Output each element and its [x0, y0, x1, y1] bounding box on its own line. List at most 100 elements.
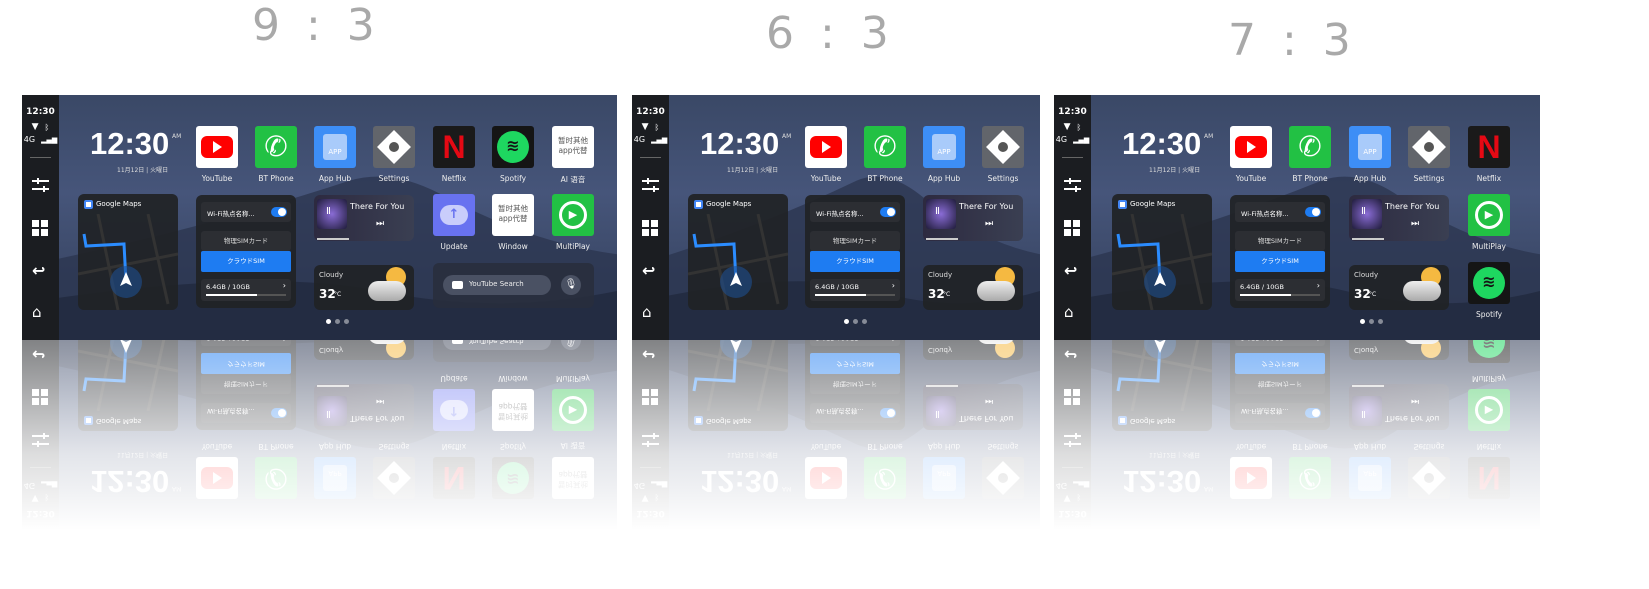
spotify-app-icon[interactable]: ≋	[492, 126, 534, 168]
music-widget[interactable]: Ⅱ There For You ⏭	[314, 195, 414, 241]
wifi-hotspot-row[interactable]: Wi-Fi热点名称...	[810, 202, 900, 222]
page-dot[interactable]	[326, 319, 331, 324]
wifi-toggle[interactable]	[880, 207, 896, 217]
app-label: App Hub	[318, 174, 352, 183]
song-title: There For You	[350, 202, 405, 211]
app-label: Window	[498, 242, 528, 251]
skip-next-icon[interactable]: ⏭	[1411, 219, 1419, 229]
wifi-hotspot-row[interactable]: Wi-Fi热点名称...	[1235, 202, 1325, 222]
netflix-app-icon[interactable]: N	[1468, 126, 1510, 168]
page-dot[interactable]	[1378, 319, 1383, 324]
app-label: AI 语音	[560, 175, 586, 184]
wifi-hotspot-row[interactable]: Wi-Fi热点名称...	[201, 202, 291, 222]
sliders-icon[interactable]	[642, 177, 659, 194]
cloud-sim-button[interactable]: クラウドSIM	[201, 251, 291, 272]
settings-app-icon[interactable]	[373, 126, 415, 168]
pause-icon[interactable]: Ⅱ	[1361, 206, 1366, 217]
physical-sim-button[interactable]: 物理SIMカード	[1235, 231, 1325, 251]
youtube-search-button[interactable]: YouTube Search	[443, 275, 551, 295]
weather-condition: Cloudy	[319, 271, 344, 279]
phone-app-icon[interactable]: ✆	[1289, 126, 1331, 168]
home-icon[interactable]: ⌂	[1064, 304, 1081, 321]
signal-icon: ▂▄▆	[1073, 135, 1090, 144]
wifi-icon: ▼	[641, 122, 649, 132]
data-usage-row[interactable]: 6.4GB / 10GB ›	[201, 279, 291, 301]
back-icon[interactable]: ↩	[32, 262, 49, 279]
data-usage-row[interactable]: 6.4GB / 10GB ›	[1235, 279, 1325, 301]
page-dot[interactable]	[344, 319, 349, 324]
multiplay-app-icon[interactable]: ▶	[1468, 194, 1510, 236]
google-maps-icon	[1118, 200, 1127, 209]
weather-widget: Cloudy32°C	[1349, 265, 1449, 310]
phone-app-icon[interactable]: ✆	[255, 126, 297, 168]
home-icon[interactable]: ⌂	[32, 304, 49, 321]
youtube-app-icon[interactable]	[805, 126, 847, 168]
google-maps-widget[interactable]: Google Maps	[78, 194, 178, 310]
music-widget[interactable]: Ⅱ There For You ⏭	[923, 195, 1023, 241]
usage-bar-fill	[815, 294, 867, 296]
app-label: BT Phone	[867, 174, 903, 183]
page-dot[interactable]	[1369, 319, 1374, 324]
update-app-icon[interactable]: ↑	[433, 194, 475, 236]
sliders-icon[interactable]	[1064, 177, 1081, 194]
physical-sim-button[interactable]: 物理SIMカード	[810, 231, 900, 251]
cloud-sim-button[interactable]: クラウドSIM	[1235, 251, 1325, 272]
youtube-app-icon[interactable]	[1230, 126, 1272, 168]
placeholder-app-app-icon[interactable]: 暂时其他app代替	[492, 194, 534, 236]
spotify-icon: ≋	[492, 126, 534, 168]
page-dot[interactable]	[335, 319, 340, 324]
route-map	[1112, 214, 1212, 310]
route-map	[688, 214, 788, 310]
skip-next-icon[interactable]: ⏭	[985, 219, 993, 229]
hotspot-widget: Wi-Fi热点名称... 物理SIMカードクラウドSIM 6.4GB / 10GB ›	[196, 195, 296, 308]
app-label: Netflix	[441, 174, 467, 183]
placeholder-app-app-icon[interactable]: 暂时其他app代替	[552, 126, 594, 168]
app-hub-app-icon[interactable]: APP	[314, 126, 356, 168]
settings-app-icon[interactable]	[1408, 126, 1450, 168]
cloud-sim-button[interactable]: クラウドSIM	[810, 251, 900, 272]
maps-title: Google Maps	[96, 200, 142, 208]
wifi-icon: ▼	[31, 122, 39, 132]
data-usage-row[interactable]: 6.4GB / 10GB ›	[810, 279, 900, 301]
app-hub-app-icon[interactable]: APP	[1349, 126, 1391, 168]
back-icon[interactable]: ↩	[1064, 262, 1081, 279]
app-grid-icon[interactable]	[1064, 220, 1081, 237]
usage-bar-fill	[206, 294, 258, 296]
app-grid-icon[interactable]	[642, 220, 659, 237]
network-row: 4G ▂▄▆	[1054, 135, 1091, 144]
screen-reflection: 12:30▼ᛒ4G▂▄▆↩⌂12:30AM11月12日 | 火曜日YouTube…	[632, 340, 1040, 530]
sliders-icon[interactable]	[32, 177, 49, 194]
page-dot[interactable]	[853, 319, 858, 324]
microphone-icon[interactable]: 🎙	[561, 275, 581, 295]
netflix-icon: N	[1468, 126, 1510, 168]
phone-app-icon[interactable]: ✆	[864, 126, 906, 168]
music-widget[interactable]: Ⅱ There For You ⏭	[1349, 195, 1449, 241]
google-maps-widget[interactable]: Google Maps	[1112, 194, 1212, 310]
back-icon[interactable]: ↩	[642, 262, 659, 279]
app-hub-app-icon[interactable]: APP	[923, 126, 965, 168]
wifi-toggle[interactable]	[1305, 207, 1321, 217]
pause-icon[interactable]: Ⅱ	[935, 206, 940, 217]
google-maps-widget[interactable]: Google Maps	[688, 194, 788, 310]
page-dot[interactable]	[844, 319, 849, 324]
google-maps-icon	[84, 200, 93, 209]
settings-app-icon[interactable]	[982, 126, 1024, 168]
physical-sim-button[interactable]: 物理SIMカード	[201, 231, 291, 251]
youtube-app-icon[interactable]	[196, 126, 238, 168]
pause-icon[interactable]: Ⅱ	[326, 206, 331, 217]
launcher-panel: 12:30 ▼ ᛒ 4G ▂▄▆ ↩ ⌂ 12:30 AM 11月12日 | 火曜日 YouTube…	[22, 95, 617, 530]
page-dot[interactable]	[862, 319, 867, 324]
home-icon[interactable]: ⌂	[642, 304, 659, 321]
app-grid-icon[interactable]	[32, 220, 49, 237]
multiplay-app-icon[interactable]: ▶	[552, 194, 594, 236]
youtube-icon	[1230, 126, 1272, 168]
skip-next-icon[interactable]: ⏭	[376, 219, 384, 229]
divider	[1062, 157, 1083, 158]
netflix-app-icon[interactable]: N	[433, 126, 475, 168]
chevron-right-icon: ›	[891, 281, 895, 290]
placeholder-app-icon: 暂时其他app代替	[552, 126, 594, 168]
page-dot[interactable]	[1360, 319, 1365, 324]
network-label: 4G	[23, 135, 36, 144]
wifi-toggle[interactable]	[271, 207, 287, 217]
spotify-app-icon[interactable]: ≋	[1468, 262, 1510, 304]
